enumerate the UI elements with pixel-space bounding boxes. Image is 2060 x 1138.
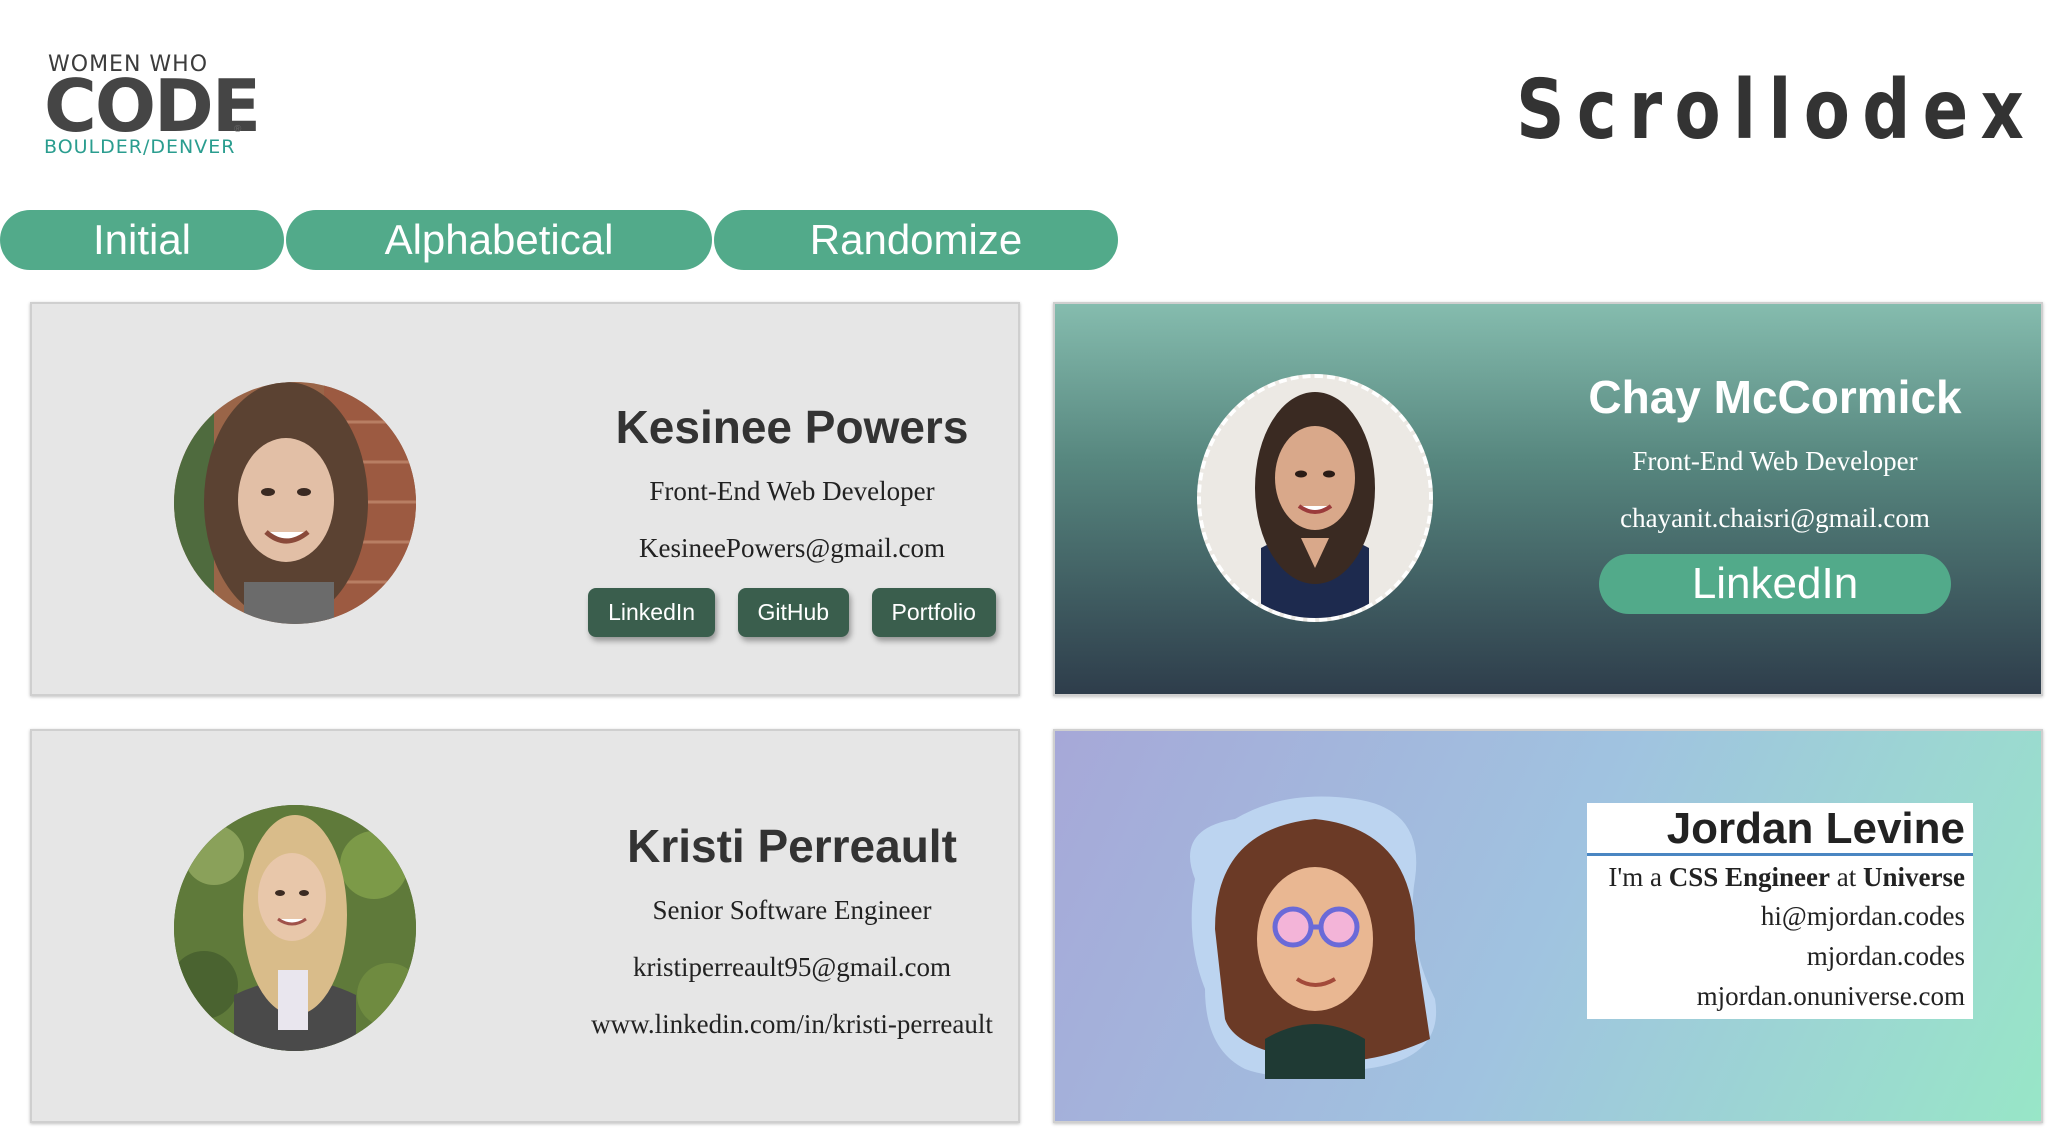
portrait-illustration xyxy=(174,805,416,1051)
linkedin-button[interactable]: LinkedIn xyxy=(588,588,716,637)
github-button[interactable]: GitHub xyxy=(737,588,850,637)
alphabetical-sort-button[interactable]: Alphabetical xyxy=(286,210,712,270)
logo-line-3: BOULDER/DENVER xyxy=(44,136,236,158)
profile-card-kristi: Kristi Perreault Senior Software Enginee… xyxy=(30,729,1020,1123)
profile-card-kesinee: Kesinee Powers Front-End Web Developer K… xyxy=(30,302,1020,696)
women-who-code-logo: WOMEN WHO CODE ® BOULDER/DENVER xyxy=(44,50,261,162)
universe-link[interactable]: mjordan.onuniverse.com xyxy=(1587,976,1973,1016)
avatar xyxy=(1190,796,1437,1079)
tagline-mid: at xyxy=(1830,862,1864,892)
portfolio-button[interactable]: Portfolio xyxy=(871,588,996,637)
tagline-prefix: I'm a xyxy=(1608,862,1669,892)
linkedin-button[interactable]: LinkedIn xyxy=(1599,554,1951,614)
profile-name: Kristi Perreault xyxy=(627,820,957,872)
profile-email: kristiperreault95@gmail.com xyxy=(632,952,952,982)
randomize-button[interactable]: Randomize xyxy=(714,210,1118,270)
tagline-company: Universe xyxy=(1863,862,1965,892)
avatar xyxy=(174,805,416,1051)
logo-registered-mark: ® xyxy=(234,124,242,135)
app-title: Scrollodex xyxy=(1515,63,2036,158)
avatar xyxy=(1197,374,1433,622)
profile-role: Senior Software Engineer xyxy=(652,895,932,925)
tagline-role: CSS Engineer xyxy=(1668,862,1831,892)
initial-sort-button[interactable]: Initial xyxy=(0,210,284,270)
profile-buttons: LinkedIn GitHub Portfolio xyxy=(542,588,1018,637)
profile-name: Jordan Levine xyxy=(1587,803,1973,856)
portrait-illustration xyxy=(1201,378,1429,618)
avatar xyxy=(174,382,416,624)
portrait-illustration xyxy=(174,382,416,624)
profile-email: KesineePowers@gmail.com xyxy=(638,533,946,563)
profile-info: Kesinee Powers Front-End Web Developer K… xyxy=(542,400,1018,637)
profile-card-jordan: Jordan Levine I'm a CSS Engineer at Univ… xyxy=(1053,729,2043,1123)
profile-role: Front-End Web Developer xyxy=(649,476,935,506)
profile-email[interactable]: hi@mjordan.codes xyxy=(1587,896,1973,936)
jordan-info-box: Jordan Levine I'm a CSS Engineer at Univ… xyxy=(1587,803,1973,1019)
website-link[interactable]: mjordan.codes xyxy=(1587,936,1973,976)
profile-info: Chay McCormick Front-End Web Developer c… xyxy=(1525,370,2025,614)
profile-card-chay: Chay McCormick Front-End Web Developer c… xyxy=(1053,302,2043,696)
profile-name: Chay McCormick xyxy=(1588,371,1962,423)
linkedin-link[interactable]: www.linkedin.com/in/kristi-perreault xyxy=(522,1009,1018,1040)
logo-code-text: CODE xyxy=(44,64,261,148)
profile-name: Kesinee Powers xyxy=(615,401,969,453)
profile-email: chayanit.chaisri@gmail.com xyxy=(1620,503,1930,533)
profile-info: Kristi Perreault Senior Software Enginee… xyxy=(522,819,1018,1040)
profile-role: Front-End Web Developer xyxy=(1632,446,1918,476)
profile-tagline: I'm a CSS Engineer at Universe xyxy=(1587,856,1973,896)
